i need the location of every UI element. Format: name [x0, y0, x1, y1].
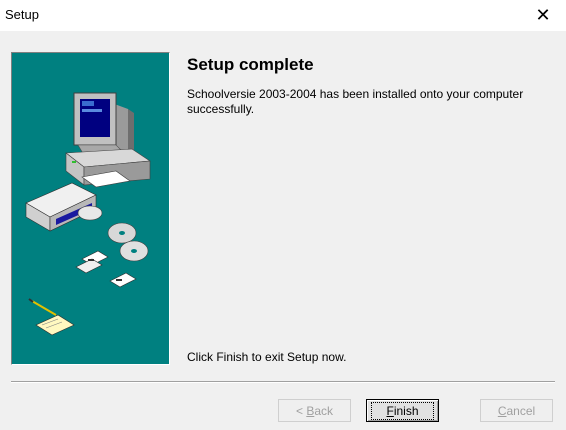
cancel-button-accel: C	[497, 403, 507, 418]
title-bar: Setup ✕	[0, 0, 566, 31]
computer-with-disks-illustration	[25, 92, 151, 336]
focus-ring: Finish	[371, 401, 434, 420]
cancel-button-label: ancel	[506, 403, 536, 418]
close-icon: ✕	[535, 5, 551, 25]
cancel-button[interactable]: Cancel	[480, 399, 553, 422]
finish-button-label: inish	[393, 403, 419, 418]
install-success-message: Schoolversie 2003-2004 has been installe…	[187, 87, 524, 116]
back-button-label: ack	[314, 403, 334, 418]
finish-button-accel: F	[386, 403, 394, 418]
footer-divider	[11, 381, 555, 383]
back-button-accel: B	[306, 403, 315, 418]
window-title: Setup	[5, 7, 39, 22]
finish-button[interactable]: Finish	[366, 399, 439, 422]
back-button[interactable]: < Back	[278, 399, 351, 422]
finish-instruction: Click Finish to exit Setup now.	[187, 350, 347, 364]
page-title: Setup complete	[187, 55, 314, 74]
back-button-prefix: <	[295, 403, 307, 418]
close-button[interactable]: ✕	[520, 0, 566, 31]
side-panel-illustration	[11, 52, 170, 365]
